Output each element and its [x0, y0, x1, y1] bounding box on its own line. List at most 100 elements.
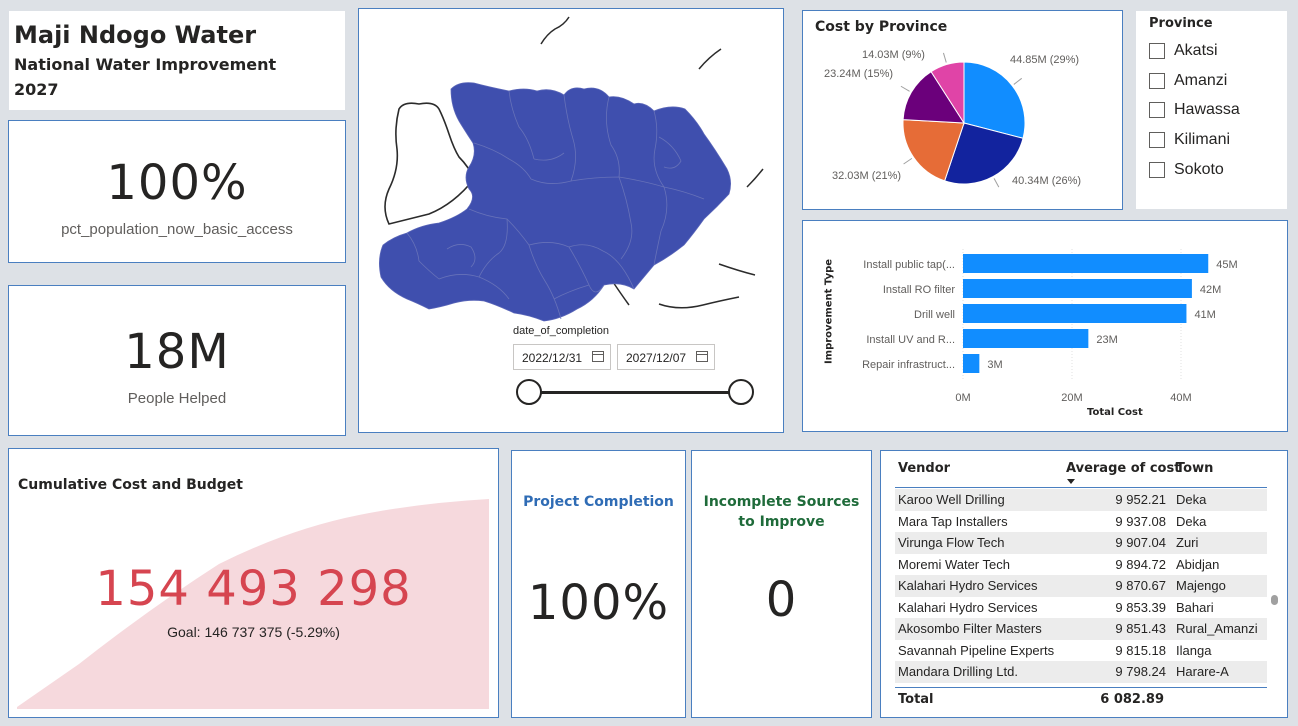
province-label-sokoto[interactable]: Sokoto: [1174, 161, 1224, 179]
table-row[interactable]: Kalahari Hydro Services 9 853.39 Bahari: [895, 597, 1267, 619]
cell-vendor: Kalahari Hydro Services: [898, 599, 1038, 615]
date-slider-end-handle[interactable]: [728, 379, 754, 405]
pie-label: 40.34M (26%): [1012, 175, 1082, 187]
table-row[interactable]: Kalahari Hydro Services 9 870.67 Majengo: [895, 575, 1267, 597]
cell-avg-cost: 9 870.67: [1115, 578, 1166, 593]
end-date-value: 2027/12/07: [626, 351, 687, 365]
calendar-icon[interactable]: [592, 351, 604, 362]
end-date-input[interactable]: 2027/12/07: [617, 344, 715, 370]
bar-data-label: 41M: [1194, 309, 1215, 321]
dashboard-title: Maji Ndogo Water: [14, 21, 257, 49]
bar-data-label: 42M: [1200, 284, 1221, 296]
bar-axis-tick: 0M: [955, 392, 970, 404]
bar-rect[interactable]: [963, 304, 1187, 323]
bar-rect[interactable]: [963, 329, 1089, 348]
bar-category-label: Repair infrastruct...: [862, 359, 955, 371]
bar-category-label: Install public tap(...: [863, 259, 955, 271]
bar-rect[interactable]: [963, 279, 1192, 298]
bar-chart-ylabel: Improvement Type: [823, 258, 835, 365]
date-slider-start-handle[interactable]: [516, 379, 542, 405]
province-checkbox-hawassa[interactable]: [1149, 102, 1165, 118]
province-checkbox-akatsi[interactable]: [1149, 43, 1165, 59]
pie-label: 32.03M (21%): [832, 170, 902, 182]
sort-desc-icon[interactable]: [1067, 479, 1075, 484]
cell-avg-cost: 9 894.72: [1115, 556, 1166, 572]
province-checkbox-kilimani[interactable]: [1149, 132, 1165, 148]
pie-leader-line: [993, 178, 1000, 188]
table-row[interactable]: Moremi Water Tech 9 894.72 Abidjan: [895, 554, 1267, 576]
table-scrollbar-thumb[interactable]: [1271, 595, 1278, 605]
bar-axis-tick: 20M: [1061, 392, 1082, 404]
title-card: Maji Ndogo Water National Water Improvem…: [8, 10, 346, 111]
bar-data-label: 45M: [1216, 259, 1237, 271]
cell-avg-cost: 9 907.04: [1115, 535, 1166, 550]
cell-vendor: Virunga Flow Tech: [898, 535, 1005, 550]
bar-axis-tick: 40M: [1170, 392, 1191, 404]
table-row[interactable]: Savannah Pipeline Experts 9 815.18 Ilang…: [895, 640, 1267, 662]
start-date-input[interactable]: 2022/12/31: [513, 344, 611, 370]
bar-category-label: Install RO filter: [883, 284, 955, 296]
incomplete-sources-title-line2: to Improve: [738, 514, 825, 530]
province-checkbox-amanzi[interactable]: [1149, 73, 1165, 89]
cell-town: Majengo: [1176, 578, 1226, 593]
cell-avg-cost: 9 952.21: [1115, 492, 1166, 507]
kpi-people-helped-label: People Helped: [127, 390, 227, 407]
province-label-hawassa[interactable]: Hawassa: [1174, 101, 1240, 119]
dashboard-year: 2027: [14, 80, 59, 99]
kpi-basic-access-label: pct_population_now_basic_access: [61, 221, 293, 238]
kpi-people-helped-value: 18M: [124, 324, 230, 380]
vendor-table-card: Vendor Average of cost Town Karoo Well D…: [880, 450, 1288, 718]
cumulative-cost-card: Cumulative Cost and Budget 154 493 298 !…: [8, 448, 499, 718]
table-row[interactable]: Karoo Well Drilling 9 952.21 Deka: [895, 489, 1267, 511]
cell-avg-cost: 9 851.43: [1115, 621, 1166, 636]
province-label-akatsi[interactable]: Akatsi: [1174, 42, 1218, 60]
pie-leader-line: [1013, 77, 1023, 85]
table-row[interactable]: Akosombo Filter Masters 9 851.43 Rural_A…: [895, 618, 1267, 640]
bar-category-label: Drill well: [914, 309, 955, 321]
table-total-divider: [895, 687, 1267, 688]
cell-avg-cost: 9 853.39: [1115, 599, 1166, 615]
cumulative-value: 154 493 298: [95, 561, 412, 617]
date-slider-track[interactable]: [529, 391, 741, 394]
bar-rect[interactable]: [963, 254, 1209, 273]
map-road-line: [746, 168, 764, 188]
project-completion-value: 100%: [527, 575, 670, 631]
map-visual[interactable]: [359, 9, 783, 329]
pie-label: 44.85M (29%): [1010, 54, 1080, 66]
map-road-line: [698, 48, 722, 70]
map-card: date_of_completion 2022/12/31 2027/12/07: [358, 8, 784, 433]
cell-vendor: Moremi Water Tech: [898, 556, 1010, 572]
cell-vendor: Savannah Pipeline Experts: [898, 642, 1055, 658]
table-header-divider: [895, 487, 1267, 488]
table-header-avg-cost[interactable]: Average of cost: [1066, 461, 1180, 476]
table-row[interactable]: Mandara Drilling Ltd. 9 798.24 Harare-A: [895, 661, 1267, 683]
pie-leader-line: [903, 157, 913, 165]
table-header-vendor[interactable]: Vendor: [898, 461, 950, 476]
cell-vendor: Karoo Well Drilling: [898, 492, 1005, 507]
map-country-shape: [379, 82, 731, 322]
province-label-amanzi[interactable]: Amanzi: [1174, 72, 1227, 90]
calendar-icon[interactable]: [696, 351, 708, 362]
incomplete-sources-card: Incomplete Sources to Improve 0: [691, 450, 872, 718]
cell-town: Bahari: [1176, 599, 1214, 615]
table-row[interactable]: Mara Tap Installers 9 937.08 Deka: [895, 511, 1267, 533]
cell-town: Zuri: [1176, 535, 1199, 550]
incomplete-sources-value: 0: [765, 572, 798, 628]
cell-vendor: Akosombo Filter Masters: [898, 621, 1042, 636]
table-header-town[interactable]: Town: [1176, 461, 1213, 476]
bar-chart-xlabel: Total Cost: [1087, 407, 1143, 418]
table-row[interactable]: Virunga Flow Tech 9 907.04 Zuri: [895, 532, 1267, 554]
province-slicer: Province Akatsi Amanzi Hawassa Kilimani …: [1135, 10, 1288, 210]
pie-leader-line: [900, 85, 910, 92]
bar-chart[interactable]: 0M 20M 40M Install public tap(... 45M Install…: [803, 221, 1287, 431]
kpi-basic-access-card: 100% pct_population_now_basic_access: [8, 120, 346, 263]
cell-town: Rural_Amanzi: [1176, 621, 1258, 636]
improvement-type-card: 0M 20M 40M Install public tap(... 45M Install…: [802, 220, 1288, 432]
province-label-kilimani[interactable]: Kilimani: [1174, 131, 1230, 149]
cumulative-title: Cumulative Cost and Budget: [18, 477, 243, 493]
province-checkbox-sokoto[interactable]: [1149, 162, 1165, 178]
table-total-label: Total: [898, 692, 934, 707]
bar-rect[interactable]: [963, 354, 980, 373]
kpi-basic-access-value: 100%: [106, 155, 248, 211]
kpi-people-helped-card: 18M People Helped: [8, 285, 346, 436]
